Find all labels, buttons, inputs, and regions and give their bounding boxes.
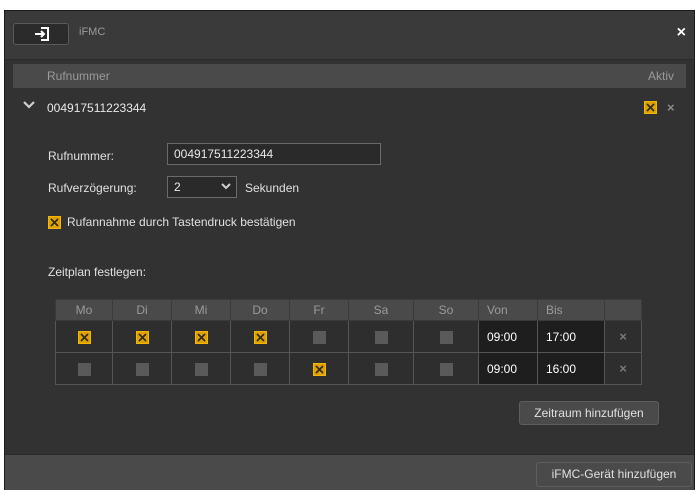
day-checkbox-mo[interactable]	[77, 362, 91, 376]
day-checkbox-mi[interactable]	[194, 330, 208, 344]
chevron-down-icon	[221, 183, 231, 190]
day-cell-sa	[348, 320, 414, 353]
check-x-icon	[646, 103, 655, 112]
header-mi: Mi	[171, 299, 231, 321]
day-cell-fr	[289, 320, 349, 353]
day-checkbox-mi[interactable]	[194, 362, 208, 376]
day-cell-sa	[348, 352, 414, 385]
dialog-footer: iFMC-Gerät hinzufügen	[5, 454, 694, 490]
day-checkbox-sa[interactable]	[374, 330, 388, 344]
column-header-number: Rufnummer	[47, 69, 110, 83]
app-icon-button[interactable]	[13, 23, 69, 45]
header-delete	[604, 299, 642, 321]
confirm-label: Rufannahme durch Tastendruck bestätigen	[67, 215, 296, 229]
chevron-down-icon[interactable]	[23, 100, 35, 110]
day-checkbox-do[interactable]	[253, 330, 267, 344]
add-device-button[interactable]: iFMC-Gerät hinzufügen	[536, 462, 692, 487]
day-cell-do	[230, 352, 290, 385]
arrow-into-box-icon	[35, 27, 49, 41]
header-von: Von	[478, 299, 538, 321]
column-header-active: Aktiv	[647, 69, 674, 83]
list-item[interactable]: 004917511223344 ×	[13, 96, 686, 120]
delay-value: 2	[174, 180, 181, 194]
check-x-icon	[50, 218, 59, 227]
day-checkbox-so[interactable]	[439, 330, 453, 344]
title-bar: iFMC ×	[5, 11, 694, 60]
day-checkbox-di[interactable]	[135, 330, 149, 344]
schedule-body: 09:00 17:00 × 09:00 16:00 ×	[55, 320, 642, 385]
check-x-icon	[255, 333, 265, 342]
day-cell-so	[413, 320, 479, 353]
day-checkbox-sa[interactable]	[374, 362, 388, 376]
day-checkbox-fr[interactable]	[312, 330, 326, 344]
schedule-label: Zeitplan festlegen:	[48, 265, 147, 279]
check-x-icon	[79, 333, 89, 342]
day-cell-so	[413, 352, 479, 385]
add-timespan-button[interactable]: Zeitraum hinzufügen	[519, 401, 659, 425]
header-sa: Sa	[348, 299, 414, 321]
day-cell-do	[230, 320, 290, 353]
schedule-header-row: Mo Di Mi Do Fr Sa So Von Bis	[55, 299, 642, 321]
to-time-cell[interactable]: 16:00	[537, 352, 605, 385]
window-title: iFMC	[79, 26, 106, 38]
table-row: 09:00 17:00 ×	[55, 320, 642, 353]
day-checkbox-mo[interactable]	[77, 330, 91, 344]
day-checkbox-do[interactable]	[253, 362, 267, 376]
from-time-cell[interactable]: 09:00	[478, 320, 538, 353]
to-time-cell[interactable]: 17:00	[537, 320, 605, 353]
day-cell-di	[112, 320, 172, 353]
number-field[interactable]: 004917511223344	[167, 143, 381, 165]
header-di: Di	[112, 299, 172, 321]
day-cell-di	[112, 352, 172, 385]
check-x-icon	[137, 333, 147, 342]
delay-select[interactable]: 2	[167, 176, 237, 198]
day-cell-mo	[55, 352, 113, 385]
day-cell-mo	[55, 320, 113, 353]
delay-label: Rufverzögerung:	[48, 181, 137, 195]
number-label: Rufnummer:	[48, 149, 115, 163]
header-so: So	[413, 299, 479, 321]
ifmc-dialog: iFMC × Rufnummer Aktiv 004917511223344 ×…	[4, 10, 695, 490]
header-do: Do	[230, 299, 290, 321]
day-cell-fr	[289, 352, 349, 385]
day-cell-mi	[171, 320, 231, 353]
list-header: Rufnummer Aktiv	[13, 64, 686, 88]
delete-row-icon[interactable]: ×	[604, 320, 642, 353]
delete-row-icon[interactable]: ×	[604, 352, 642, 385]
header-mo: Mo	[55, 299, 113, 321]
day-checkbox-so[interactable]	[439, 362, 453, 376]
schedule-table: Mo Di Mi Do Fr Sa So Von Bis 09:00 17:00 ×…	[55, 299, 642, 385]
day-cell-mi	[171, 352, 231, 385]
confirm-checkbox[interactable]	[48, 216, 61, 229]
active-checkbox[interactable]	[644, 101, 657, 114]
close-icon[interactable]: ×	[677, 25, 686, 41]
check-x-icon	[314, 365, 324, 374]
table-row: 09:00 16:00 ×	[55, 352, 642, 385]
check-x-icon	[196, 333, 206, 342]
entry-number: 004917511223344	[47, 101, 147, 115]
delay-unit: Sekunden	[245, 181, 300, 195]
header-bis: Bis	[537, 299, 605, 321]
header-fr: Fr	[289, 299, 349, 321]
day-checkbox-fr[interactable]	[312, 362, 326, 376]
delete-entry-icon[interactable]: ×	[667, 100, 675, 115]
day-checkbox-di[interactable]	[135, 362, 149, 376]
from-time-cell[interactable]: 09:00	[478, 352, 538, 385]
